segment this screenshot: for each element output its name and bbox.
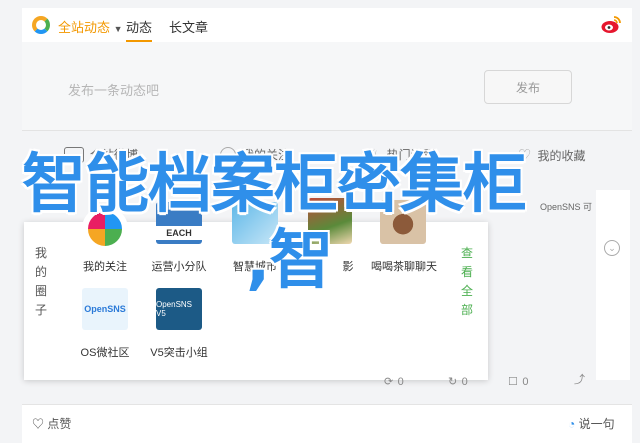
site-scope-dropdown[interactable]: 全站动态 ▼ — [58, 17, 123, 36]
side-strip: OpenSNS 可 ⌄ — [540, 190, 630, 380]
tab-articles[interactable]: 长文章 — [169, 17, 208, 36]
repost-count: 0 — [397, 376, 404, 388]
comment-button[interactable]: ◔ 说一句 — [568, 415, 615, 432]
post-button[interactable]: 发布 — [484, 70, 572, 104]
forward-action[interactable]: ⤴ — [574, 370, 585, 388]
my-circles-label: 我的圈子 — [34, 246, 47, 317]
circle-label: OS微社区 — [80, 347, 130, 359]
edit-icon: ☐ — [508, 376, 518, 388]
circle-v5-squad[interactable]: OpenSNS V5 — [156, 288, 202, 330]
comment-icon: ◔ — [568, 417, 576, 431]
circle-label: 我的关注 — [83, 261, 127, 273]
side-label: OpenSNS 可 — [540, 202, 593, 212]
teach-sign: EACH — [156, 226, 202, 240]
circle-label: 影 — [342, 261, 354, 273]
chevron-down-icon[interactable]: ⌄ — [604, 240, 620, 256]
filter-favorites[interactable]: ♡ 我的收藏 — [518, 146, 585, 164]
share-icon: ↻ — [448, 376, 458, 388]
opensns-logo: OpenSNS — [84, 304, 126, 314]
circle-label: 喝喝茶聊聊天 — [371, 261, 437, 273]
circle-label: V5突击小组 — [150, 347, 208, 359]
filter-favorites-label: 我的收藏 — [537, 148, 586, 163]
edit-count: 0 — [522, 376, 529, 388]
tab-dynamics[interactable]: 动态 — [126, 17, 153, 42]
top-bar: 全站动态 ▼ 动态 长文章 — [22, 8, 632, 43]
overlay-headline-2: ,智 — [246, 224, 333, 298]
compose-input[interactable]: 发布一条动态吧 — [68, 80, 159, 99]
weibo-icon[interactable] — [600, 14, 622, 34]
opensns-v5-logo: OpenSNS V5 — [156, 300, 193, 318]
chevron-down-icon: ▼ — [113, 24, 123, 34]
bottom-bar: ♡ 点赞 ◔ 说一句 — [22, 404, 632, 443]
view-all-link[interactable]: 查看全部 — [460, 244, 474, 320]
forward-icon: ⤴ — [574, 374, 585, 386]
overlay-headline: 智能档案柜密集柜 — [22, 148, 527, 222]
share-count: 0 — [461, 376, 468, 388]
edit-action[interactable]: ☐ 0 — [508, 372, 528, 390]
compose-panel: 发布一条动态吧 发布 — [22, 42, 632, 131]
circle-os-community[interactable]: OpenSNS — [82, 288, 128, 330]
site-scope-label: 全站动态 — [58, 20, 111, 35]
heart-icon: ♡ — [32, 417, 45, 431]
circle-label: 运营小分队 — [151, 261, 207, 273]
like-label: 点赞 — [47, 417, 72, 431]
repost-icon: ⟳ — [384, 376, 394, 388]
comment-label: 说一句 — [578, 417, 615, 431]
like-button[interactable]: ♡ 点赞 — [32, 415, 71, 432]
site-logo-icon — [32, 16, 50, 34]
repost-action[interactable]: ⟳ 0 — [384, 372, 404, 390]
share-action[interactable]: ↻ 0 — [448, 372, 468, 390]
